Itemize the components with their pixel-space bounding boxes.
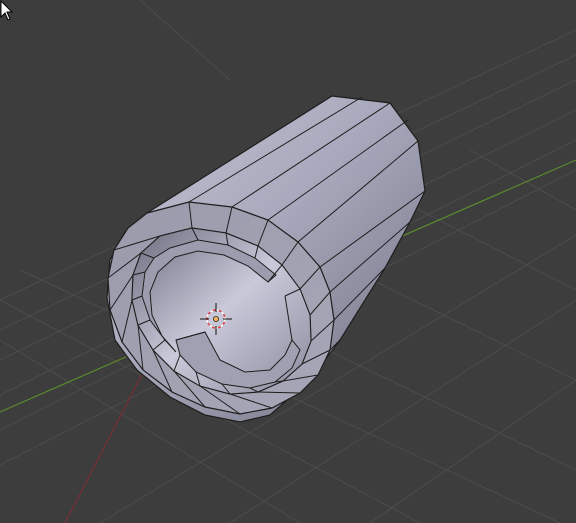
mouse-pointer-icon [0,0,14,21]
cylinder-mesh[interactable] [106,95,426,423]
viewport-canvas[interactable] [0,0,576,523]
object-origin-dot [212,315,219,322]
3d-viewport[interactable] [0,0,576,523]
